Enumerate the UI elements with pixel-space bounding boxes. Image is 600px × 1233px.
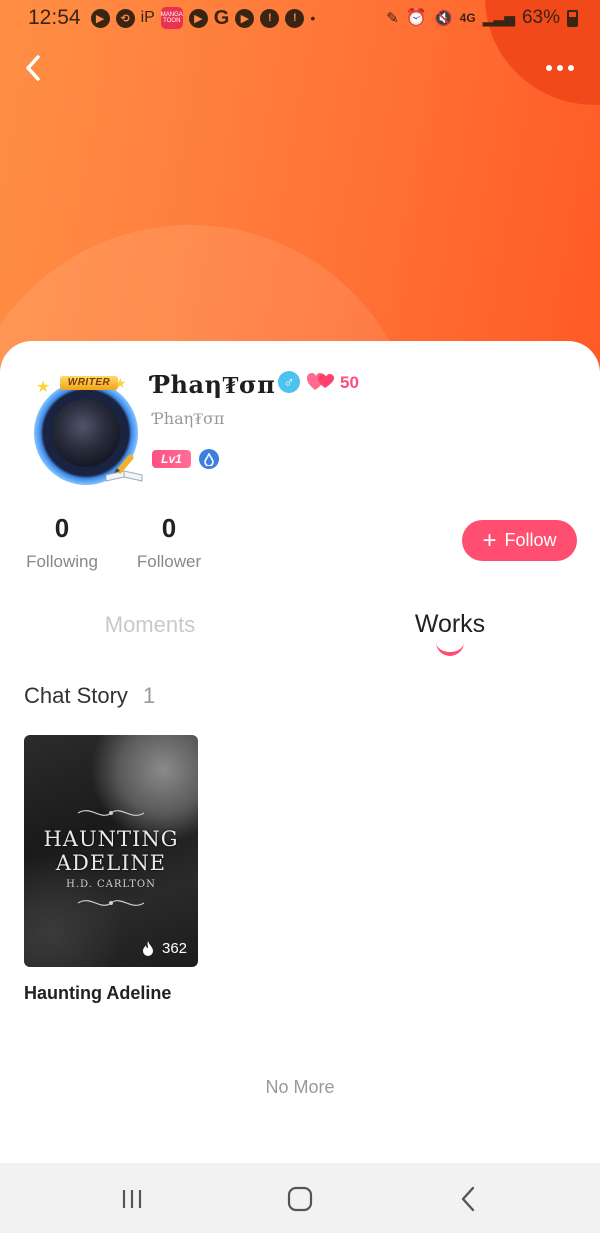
system-status-icons: ✎ ⏰ 🔇 4G ▂▃▅ 63% [386,7,578,29]
google-icon: G [213,6,230,29]
level-badge: Lv1 [152,450,191,468]
cover-author: H.D. CARLTON [66,879,156,890]
battery-percent: 63% [521,7,560,28]
star-icon: ★ [36,379,51,396]
username: Ƥhaη₮σπ [152,370,276,399]
follower-label: Follower [136,552,202,571]
profile-header-background [0,0,600,372]
play-notification-icon: ▶ [188,8,208,28]
flourish-icon [77,900,145,906]
book-title[interactable]: Haunting Adeline [24,983,171,1004]
more-options-button[interactable] [540,56,580,80]
status-time: 12:54 [28,6,81,29]
plus-icon: + [482,526,497,554]
book-read-count: 362 [162,940,188,957]
following-count: 0 [54,513,70,543]
more-dot-icon [557,65,563,71]
back-button[interactable] [18,52,48,84]
alarm-icon: ⏰ [405,8,427,27]
writer-pen-icon [105,454,143,482]
home-button[interactable] [286,1184,314,1214]
male-icon: ♂ [278,371,300,393]
back-arrow-icon [461,1186,475,1212]
user-handle: Ƥhaη₮σπ [153,409,225,428]
cover-title: HAUNTING ADELINE [24,827,198,875]
follower-count: 0 [161,513,177,543]
network-type-icon: 4G [459,11,476,25]
hearts-icon [307,373,334,390]
chevron-left-icon [26,55,40,81]
ip-notification-icon: iP [140,9,155,26]
section-title: Chat Story [24,683,128,708]
play-notification-icon: ▶ [235,8,255,28]
follower-stat[interactable]: 0 Follower [132,513,206,572]
fire-icon [143,941,153,956]
avatar[interactable]: ★ ★ WRITER [26,375,144,485]
cover-title-line2: ADELINE [55,851,167,875]
recents-button[interactable] [118,1184,146,1214]
writer-badge: WRITER [60,376,118,390]
notification-icons: ▶ ⟲ iP MANGA TOON ▶ G ▶ ! ! • [90,6,316,30]
section-count: 1 [143,683,156,708]
water-drop-icon [199,449,219,469]
sync-notification-icon: ⟲ [115,8,135,28]
tab-works[interactable]: Works [390,610,510,639]
following-label: Following [26,552,98,571]
system-back-button[interactable] [456,1184,480,1214]
end-of-list-text: No More [265,1077,335,1097]
status-bar: 12:54 ▶ ⟲ iP MANGA TOON ▶ G ▶ ! ! • ✎ ⏰ … [0,0,600,36]
following-stat[interactable]: 0 Following [22,513,102,572]
recents-icon [122,1190,142,1208]
signal-icon: ▂▃▅ [482,9,515,26]
alert-notification-icon: ! [285,8,305,28]
battery-icon [567,9,578,27]
flourish-icon [77,810,145,816]
book-cover[interactable]: HAUNTING ADELINE H.D. CARLTON [24,735,198,967]
pen-status-icon: ✎ [386,10,399,27]
cover-title-line1: HAUNTING [43,827,179,851]
drop-glyph-icon [204,452,214,466]
more-dot-icon [546,65,552,71]
tab-moments[interactable]: Moments [90,612,210,638]
home-icon [287,1186,313,1212]
hearts-count: 50 [340,373,359,392]
follow-button[interactable]: + Follow [462,520,577,561]
more-dot-icon [568,65,574,71]
manga-app-icon: MANGA TOON [160,7,183,29]
mute-icon: 🔇 [433,10,453,27]
more-notifications-dot-icon: • [310,10,316,26]
play-notification-icon: ▶ [90,8,110,28]
alert-notification-icon: ! [260,8,280,28]
follow-button-label: Follow [504,530,557,550]
